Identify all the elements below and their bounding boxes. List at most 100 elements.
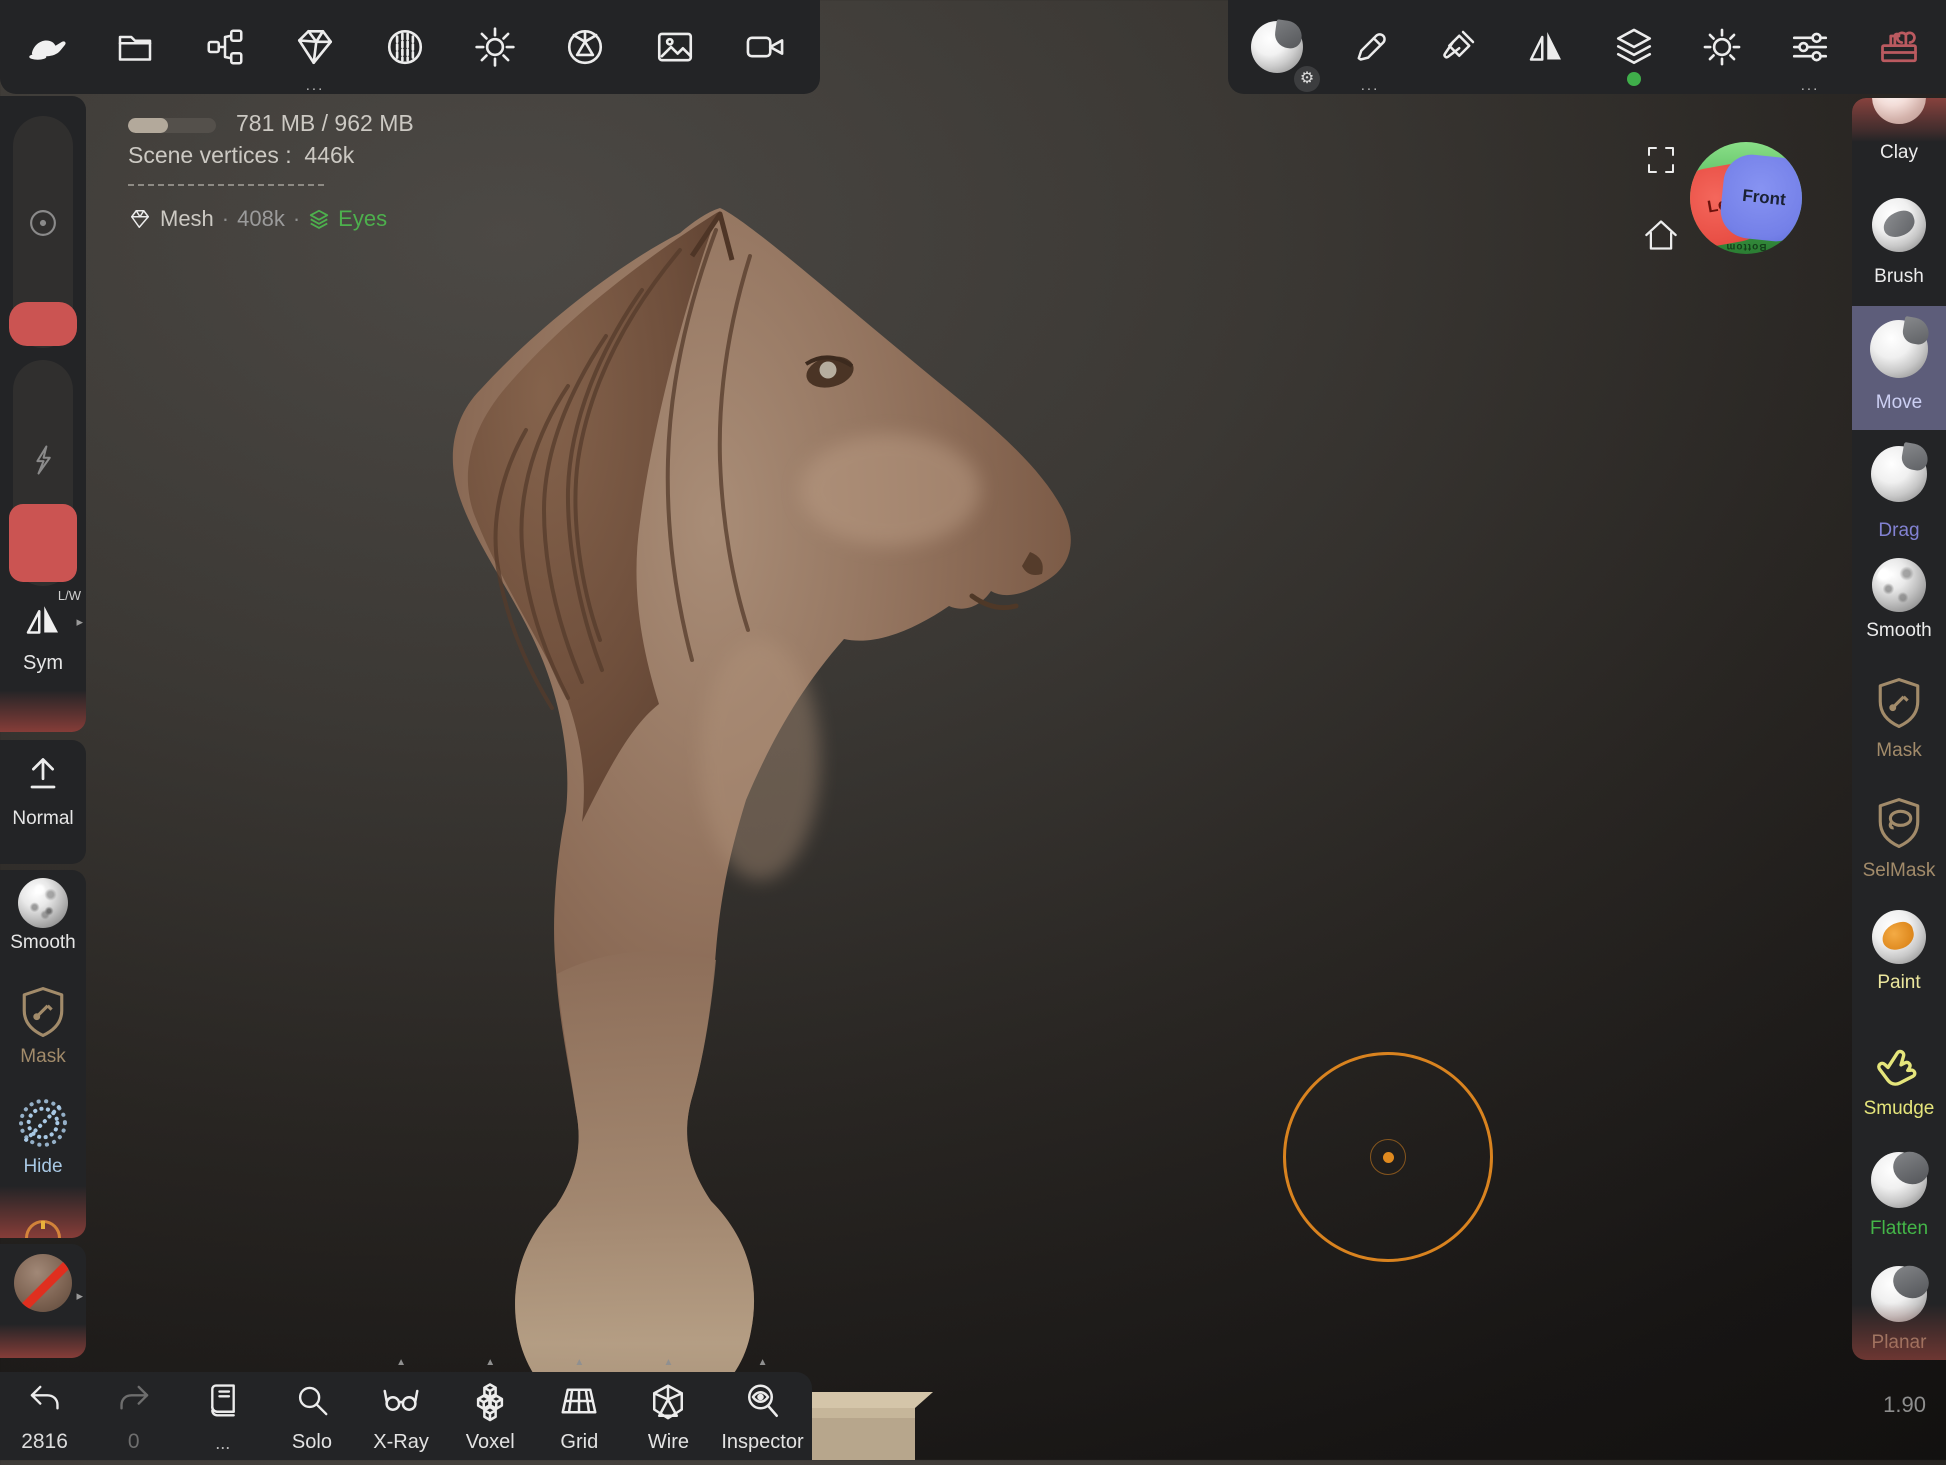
- paint-sphere-icon: [1872, 910, 1926, 964]
- grid-label: Grid: [535, 1431, 624, 1454]
- toolbox-button[interactable]: [1854, 0, 1944, 94]
- tool-flatten[interactable]: Flatten: [1852, 1152, 1946, 1208]
- topology-gem-button[interactable]: ...: [270, 0, 360, 94]
- inspector-button[interactable]: ▲ Inspector: [713, 1372, 812, 1460]
- orientation-gizmo-ball[interactable]: Left Front Bottom: [1690, 142, 1802, 254]
- neck-highlight: [700, 640, 820, 880]
- settings-gear-button[interactable]: [1678, 0, 1766, 94]
- background-image-button[interactable]: [630, 0, 720, 94]
- nomad-sculpt-app: { "app": { "more": "...", "caret_up": "▲…: [0, 0, 1946, 1460]
- symmetry-mirror-button[interactable]: [1502, 0, 1590, 94]
- voxel-remesh-sphere-button[interactable]: [360, 0, 450, 94]
- tool-paint-label: Paint: [1852, 972, 1946, 994]
- tool-smooth[interactable]: Smooth: [1852, 558, 1946, 612]
- hide-button[interactable]: [16, 1096, 70, 1152]
- tool-smooth-label: Smooth: [1852, 620, 1946, 642]
- smudge-finger-icon: [1872, 1032, 1926, 1086]
- tool-brush-label: Brush: [1852, 266, 1946, 288]
- stroke-pencil-button[interactable]: ...: [1326, 0, 1414, 94]
- tool-drag-label: Drag: [1852, 520, 1946, 542]
- undo-count: 2816: [0, 1430, 89, 1454]
- left-slider-panel: L/W ▸ Sym: [0, 96, 86, 732]
- tool-mask[interactable]: Mask: [1852, 676, 1946, 730]
- mask-label: Mask: [0, 1046, 86, 1068]
- material-gear-badge-icon: ⚙: [1294, 66, 1320, 92]
- cheek-highlight: [800, 434, 980, 546]
- redo-icon: [115, 1382, 153, 1418]
- painting-brush-button[interactable]: [1414, 0, 1502, 94]
- xray-caret-icon: ▲: [357, 1357, 446, 1368]
- solo-button[interactable]: Solo: [267, 1372, 356, 1460]
- lighting-sun-button[interactable]: [450, 0, 540, 94]
- left-normal-panel[interactable]: Normal: [0, 740, 86, 864]
- mesh-name: Mesh: [160, 206, 214, 232]
- smooth-sphere-icon: [1872, 558, 1926, 612]
- fullscreen-button[interactable]: [1645, 144, 1677, 176]
- tool-drag[interactable]: Drag: [1852, 446, 1946, 502]
- inspector-eye-icon: [743, 1382, 783, 1422]
- voxel-button[interactable]: ▲ Voxel: [446, 1372, 535, 1460]
- symmetry-label: Sym: [0, 652, 86, 675]
- bottom-toolbar: 2816 0 ... Solo ▲ X-Ray ▲ Voxel ▲ G: [0, 1372, 812, 1460]
- move-sphere-icon: [1870, 320, 1928, 378]
- memory-progress-bar: [128, 118, 216, 133]
- tool-selmask[interactable]: SelMask: [1852, 796, 1946, 850]
- memory-progress-fill: [128, 118, 168, 133]
- history-book-button[interactable]: ...: [178, 1372, 267, 1460]
- files-folder-button[interactable]: [90, 0, 180, 94]
- selmask-shield-icon: [1874, 796, 1924, 850]
- hide-label: Hide: [0, 1156, 86, 1178]
- voxel-label: Voxel: [446, 1431, 535, 1454]
- xray-button[interactable]: ▲ X-Ray: [357, 1372, 446, 1460]
- undo-button[interactable]: 2816: [0, 1372, 89, 1460]
- tool-clay-header[interactable]: [1852, 98, 1946, 142]
- mesh-vertex-count: 408k: [237, 206, 285, 232]
- left-nosculpt-panel[interactable]: ▸: [0, 1244, 86, 1358]
- interface-sliders-button[interactable]: ...: [1766, 0, 1854, 94]
- mask-shield-icon: [18, 984, 68, 1040]
- nosculpt-flyout-arrow: ▸: [76, 1288, 83, 1304]
- layer-icon: [308, 208, 330, 230]
- mesh-gem-icon: [128, 207, 152, 231]
- drag-sphere-icon: [1871, 446, 1927, 502]
- tool-move[interactable]: Move: [1852, 320, 1946, 378]
- layers-button[interactable]: [1590, 0, 1678, 94]
- nomad-logo-icon[interactable]: [0, 0, 90, 94]
- tool-smudge[interactable]: Smudge: [1852, 1032, 1946, 1086]
- panel-red-fade: [0, 690, 86, 732]
- grid-button[interactable]: ▲ Grid: [535, 1372, 624, 1460]
- tool-clay-label: Clay: [1852, 142, 1946, 164]
- render-aperture-button[interactable]: [540, 0, 630, 94]
- fullscreen-icon: [1649, 148, 1673, 172]
- tool-paint[interactable]: Paint: [1852, 910, 1946, 964]
- scene-vertices-value: 446k: [304, 142, 354, 168]
- flatten-sphere-icon: [1871, 1152, 1927, 1208]
- clay-sphere-icon: [1872, 98, 1926, 124]
- material-matcap-button[interactable]: ⚙: [1228, 0, 1326, 94]
- camera-video-button[interactable]: [720, 0, 810, 94]
- gizmo-front-face[interactable]: Front: [1718, 152, 1802, 244]
- symmetry-toggle[interactable]: L/W ▸: [0, 592, 86, 652]
- hide-dotted-icon: [16, 1096, 70, 1150]
- mask-button[interactable]: [18, 984, 68, 1040]
- xray-label: X-Ray: [357, 1431, 446, 1454]
- active-mesh-row[interactable]: Mesh · 408k · Eyes: [128, 206, 387, 232]
- history-book-icon: [204, 1382, 242, 1420]
- tool-brush[interactable]: Brush: [1852, 198, 1946, 252]
- wire-button[interactable]: ▲ Wire: [624, 1372, 713, 1460]
- hidden-tool-arc-icon: [25, 1220, 61, 1238]
- tool-flatten-label: Flatten: [1852, 1218, 1946, 1240]
- intensity-slider-handle[interactable]: [9, 504, 77, 582]
- inspector-label: Inspector: [713, 1431, 812, 1454]
- scene-graph-button[interactable]: [180, 0, 270, 94]
- smooth-sphere-icon[interactable]: [18, 878, 68, 928]
- tool-planar[interactable]: Planar: [1852, 1266, 1946, 1322]
- memory-usage-label: 781 MB / 962 MB: [236, 110, 414, 137]
- radius-slider-handle[interactable]: [9, 302, 77, 346]
- home-view-button[interactable]: [1643, 218, 1679, 252]
- gem-more-indicator: ...: [270, 81, 360, 91]
- panel-red-fade: [0, 1324, 86, 1358]
- redo-button[interactable]: 0: [89, 1372, 178, 1460]
- zoom-level-indicator: 1.90: [1883, 1392, 1926, 1418]
- undo-icon: [26, 1382, 64, 1418]
